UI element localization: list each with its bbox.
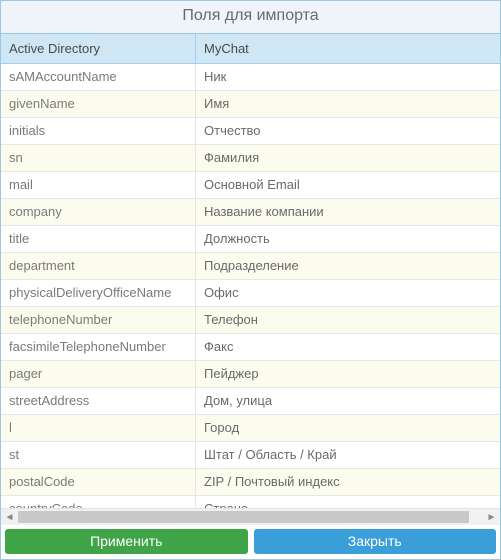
table-row[interactable]: departmentПодразделение: [1, 253, 500, 280]
table-row[interactable]: streetAddressДом, улица: [1, 388, 500, 415]
table-row[interactable]: givenNameИмя: [1, 91, 500, 118]
cell-ad: pager: [1, 361, 196, 387]
scrollbar-track[interactable]: [18, 509, 483, 526]
table-row[interactable]: initialsОтчество: [1, 118, 500, 145]
cell-mychat: Страна: [196, 496, 500, 508]
table-row[interactable]: companyНазвание компании: [1, 199, 500, 226]
cell-ad: givenName: [1, 91, 196, 117]
scroll-right-arrow-icon[interactable]: ►: [483, 509, 500, 526]
cell-mychat: Телефон: [196, 307, 500, 333]
cell-mychat: Отчество: [196, 118, 500, 144]
table-row[interactable]: titleДолжность: [1, 226, 500, 253]
horizontal-scrollbar[interactable]: ◄ ►: [1, 508, 500, 525]
cell-ad: l: [1, 415, 196, 441]
cell-ad: sn: [1, 145, 196, 171]
table-row[interactable]: postalCodeZIP / Почтовый индекс: [1, 469, 500, 496]
cell-mychat: Офис: [196, 280, 500, 306]
cell-ad: physicalDeliveryOfficeName: [1, 280, 196, 306]
cell-mychat: Пейджер: [196, 361, 500, 387]
cell-mychat: Дом, улица: [196, 388, 500, 414]
cell-mychat: Название компании: [196, 199, 500, 225]
cell-ad: countryCode: [1, 496, 196, 508]
cell-ad: sAMAccountName: [1, 64, 196, 90]
cell-ad: telephoneNumber: [1, 307, 196, 333]
table-row[interactable]: pagerПейджер: [1, 361, 500, 388]
column-header-ad[interactable]: Active Directory: [1, 34, 196, 63]
cell-mychat: Штат / Область / Край: [196, 442, 500, 468]
cell-mychat: ZIP / Почтовый индекс: [196, 469, 500, 495]
cell-mychat: Основной Email: [196, 172, 500, 198]
scroll-left-arrow-icon[interactable]: ◄: [1, 509, 18, 526]
table-row[interactable]: snФамилия: [1, 145, 500, 172]
cell-ad: streetAddress: [1, 388, 196, 414]
cell-mychat: Должность: [196, 226, 500, 252]
cell-mychat: Ник: [196, 64, 500, 90]
dialog-footer: Применить Закрыть: [1, 525, 500, 559]
scrollbar-thumb[interactable]: [18, 511, 469, 523]
table-row[interactable]: telephoneNumberТелефон: [1, 307, 500, 334]
cell-ad: initials: [1, 118, 196, 144]
cell-ad: mail: [1, 172, 196, 198]
table-row[interactable]: lГород: [1, 415, 500, 442]
cell-ad: st: [1, 442, 196, 468]
cell-ad: department: [1, 253, 196, 279]
table-row[interactable]: physicalDeliveryOfficeNameОфис: [1, 280, 500, 307]
dialog: Поля для импорта Active Directory MyChat…: [0, 0, 501, 560]
cell-ad: title: [1, 226, 196, 252]
table-row[interactable]: countryCodeСтрана: [1, 496, 500, 508]
table-row[interactable]: facsimileTelephoneNumberФакс: [1, 334, 500, 361]
table-body: sAMAccountNameНикgivenNameИмяinitialsОтч…: [1, 64, 500, 508]
cell-ad: facsimileTelephoneNumber: [1, 334, 196, 360]
dialog-title: Поля для импорта: [1, 1, 500, 34]
cell-ad: postalCode: [1, 469, 196, 495]
cell-ad: company: [1, 199, 196, 225]
cell-mychat: Подразделение: [196, 253, 500, 279]
table-row[interactable]: stШтат / Область / Край: [1, 442, 500, 469]
table-row[interactable]: mailОсновной Email: [1, 172, 500, 199]
cell-mychat: Имя: [196, 91, 500, 117]
cell-mychat: Факс: [196, 334, 500, 360]
table-row[interactable]: sAMAccountNameНик: [1, 64, 500, 91]
close-button[interactable]: Закрыть: [254, 529, 497, 554]
table-header: Active Directory MyChat: [1, 34, 500, 64]
column-header-mychat[interactable]: MyChat: [196, 34, 500, 63]
apply-button[interactable]: Применить: [5, 529, 248, 554]
cell-mychat: Город: [196, 415, 500, 441]
cell-mychat: Фамилия: [196, 145, 500, 171]
